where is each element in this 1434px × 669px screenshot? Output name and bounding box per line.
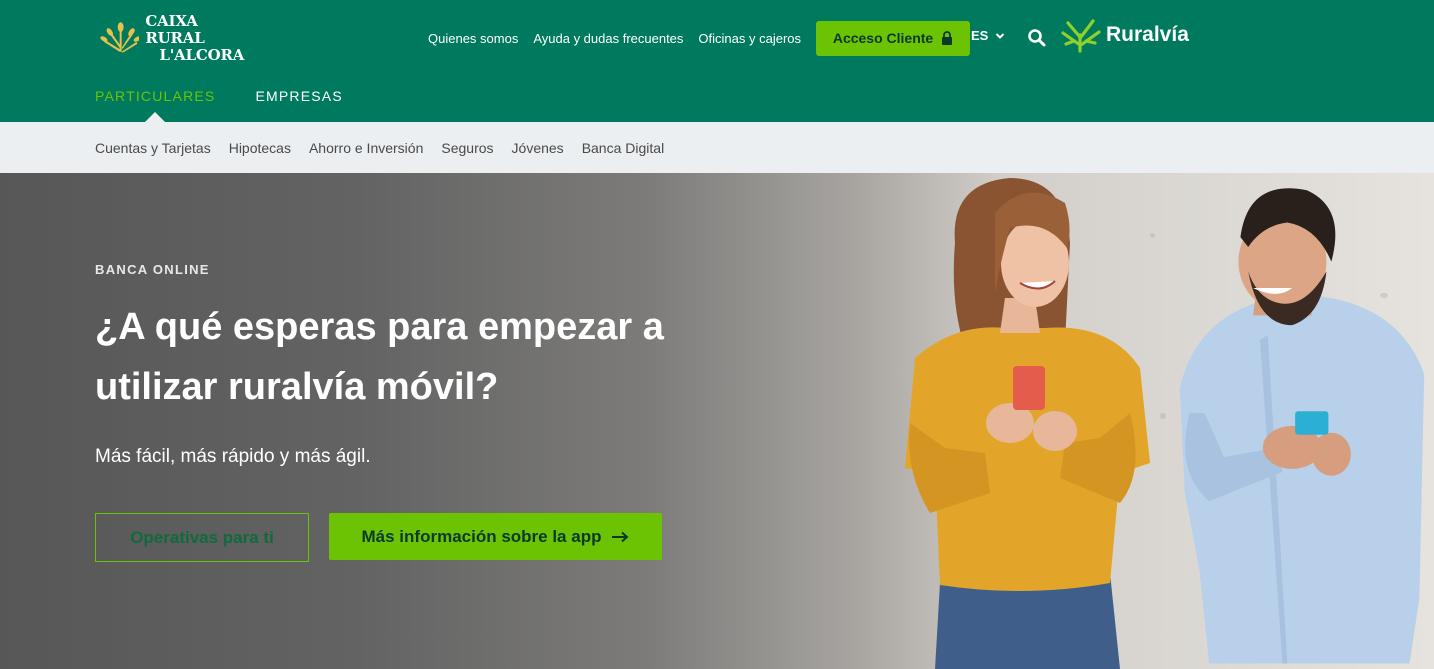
- subnav-item-jovenes[interactable]: Jóvenes: [512, 140, 564, 156]
- sub-navigation: Cuentas y Tarjetas Hipotecas Ahorro e In…: [0, 122, 1434, 173]
- operativas-button-label: Operativas para ti: [130, 527, 274, 547]
- brand-logo[interactable]: CAIXA RURAL L'ALCORA: [100, 12, 260, 63]
- language-selector[interactable]: ES: [971, 28, 1005, 43]
- subnav-item-hipotecas[interactable]: Hipotecas: [229, 140, 291, 156]
- operativas-button[interactable]: Operativas para ti: [95, 513, 309, 562]
- lock-icon: [942, 31, 953, 45]
- sub-navigation-items: Cuentas y Tarjetas Hipotecas Ahorro e In…: [95, 122, 682, 173]
- woman-photo: [905, 178, 1150, 669]
- hero-eyebrow: BANCA ONLINE: [95, 262, 210, 277]
- tab-particulares[interactable]: PARTICULARES: [95, 88, 215, 104]
- brand-name: CAIXA RURAL L'ALCORA: [145, 11, 260, 64]
- mas-informacion-button-label: Más información sobre la app: [361, 526, 602, 546]
- man-photo: [1179, 188, 1425, 664]
- top-header: CAIXA RURAL L'ALCORA Quienes somos Ayuda…: [0, 0, 1434, 122]
- link-oficinas[interactable]: Oficinas y cajeros: [698, 31, 801, 46]
- utility-nav: Quienes somos Ayuda y dudas frecuentes O…: [428, 20, 971, 56]
- active-tab-caret: [145, 112, 165, 122]
- link-quienes-somos[interactable]: Quienes somos: [428, 31, 518, 46]
- segment-tabs: PARTICULARES EMPRESAS: [95, 88, 383, 104]
- hero-banner: BANCA ONLINE ¿A qué esperas para empezar…: [0, 173, 1434, 669]
- search-icon[interactable]: [1027, 28, 1047, 48]
- tab-empresas[interactable]: EMPRESAS: [255, 88, 342, 104]
- wall-texture: [1160, 413, 1166, 419]
- subnav-item-banca-digital[interactable]: Banca Digital: [582, 140, 665, 156]
- hero-title: ¿A qué esperas para empezar a utilizar r…: [95, 306, 664, 408]
- brand-name-line2: L'ALCORA: [159, 45, 245, 64]
- hero-subtitle: Más fácil, más rápido y más ágil.: [95, 446, 371, 467]
- subnav-item-ahorro[interactable]: Ahorro e Inversión: [309, 140, 423, 156]
- chevron-down-icon: [996, 32, 1005, 39]
- arrow-right-icon: [612, 531, 629, 542]
- acceso-cliente-label: Acceso Cliente: [832, 30, 934, 46]
- subnav-item-seguros[interactable]: Seguros: [441, 140, 493, 156]
- language-value: ES: [971, 28, 989, 43]
- brand-name-line1: CAIXA RURAL: [145, 11, 205, 47]
- wheat-sheaf-icon: [100, 22, 140, 53]
- ruralvia-logo[interactable]: Ruralvía: [1060, 15, 1189, 55]
- ruralvia-label: Ruralvía: [1106, 23, 1189, 46]
- ruralvia-leaf-icon: [1061, 19, 1101, 53]
- link-ayuda[interactable]: Ayuda y dudas frecuentes: [533, 31, 683, 46]
- acceso-cliente-button[interactable]: Acceso Cliente: [816, 20, 971, 56]
- mas-informacion-button[interactable]: Más información sobre la app: [329, 513, 662, 560]
- subnav-item-cuentas[interactable]: Cuentas y Tarjetas: [95, 140, 211, 156]
